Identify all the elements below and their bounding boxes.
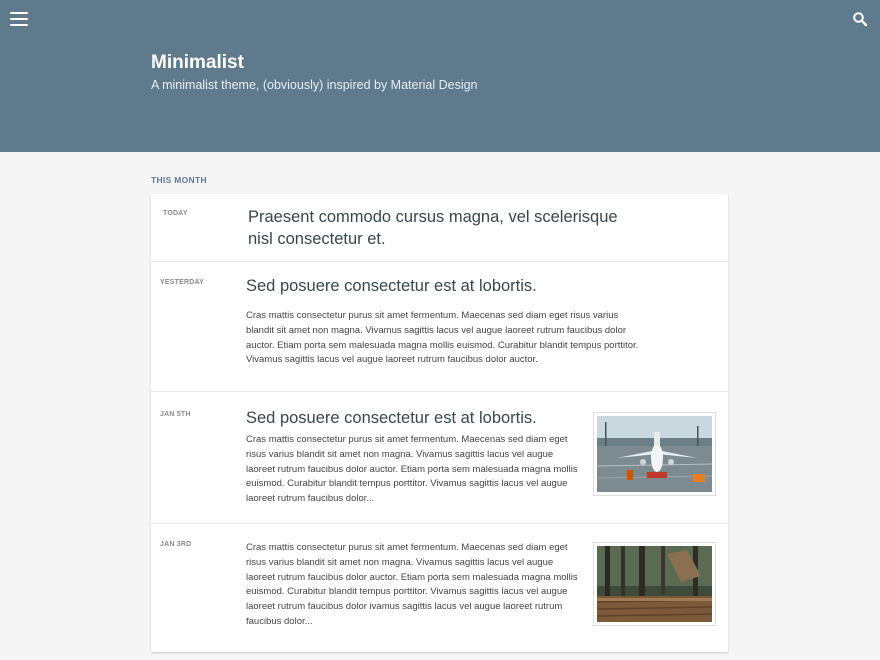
post-excerpt: Cras mattis consectetur purus sit amet f… <box>246 310 639 366</box>
post-title[interactable]: Sed posuere consectetur est at lobortis. <box>246 407 586 429</box>
post-thumbnail[interactable] <box>593 412 716 496</box>
site-subtitle: A minimalist theme, (obviously) inspired… <box>151 78 478 92</box>
post-title[interactable]: Sed posuere consectetur est at lobortis. <box>246 275 646 297</box>
post-entry[interactable]: JAN 3rd Cras mattis consectetur purus si… <box>151 524 728 652</box>
post-thumbnail[interactable] <box>593 542 716 626</box>
airplane-photo <box>597 416 712 492</box>
site-header: Minimalist A minimalist theme, (obviousl… <box>0 0 880 152</box>
search-icon[interactable] <box>852 11 868 27</box>
post-date: JAN 5th <box>160 411 191 418</box>
post-list-card: TODAY Praesent commodo cursus magna, vel… <box>151 194 728 652</box>
post-entry[interactable]: JAN 5th Sed posuere consectetur est at l… <box>151 392 728 524</box>
site-title[interactable]: Minimalist <box>151 52 244 74</box>
post-date: JAN 3rd <box>160 541 192 548</box>
post-date: YESTERDAY <box>160 279 204 286</box>
menu-icon[interactable] <box>10 12 28 26</box>
post-entry[interactable]: TODAY Praesent commodo cursus magna, vel… <box>151 194 728 262</box>
section-label: THIS MONTH <box>151 175 207 185</box>
forest-photo <box>597 546 712 622</box>
post-date: TODAY <box>163 210 188 217</box>
post-excerpt: Cras mattis consectetur purus sit amet f… <box>246 542 578 627</box>
post-excerpt: Cras mattis consectetur purus sit amet f… <box>246 434 578 505</box>
post-title[interactable]: Praesent commodo cursus magna, vel scele… <box>248 206 628 250</box>
post-entry[interactable]: YESTERDAY Sed posuere consectetur est at… <box>151 262 728 392</box>
